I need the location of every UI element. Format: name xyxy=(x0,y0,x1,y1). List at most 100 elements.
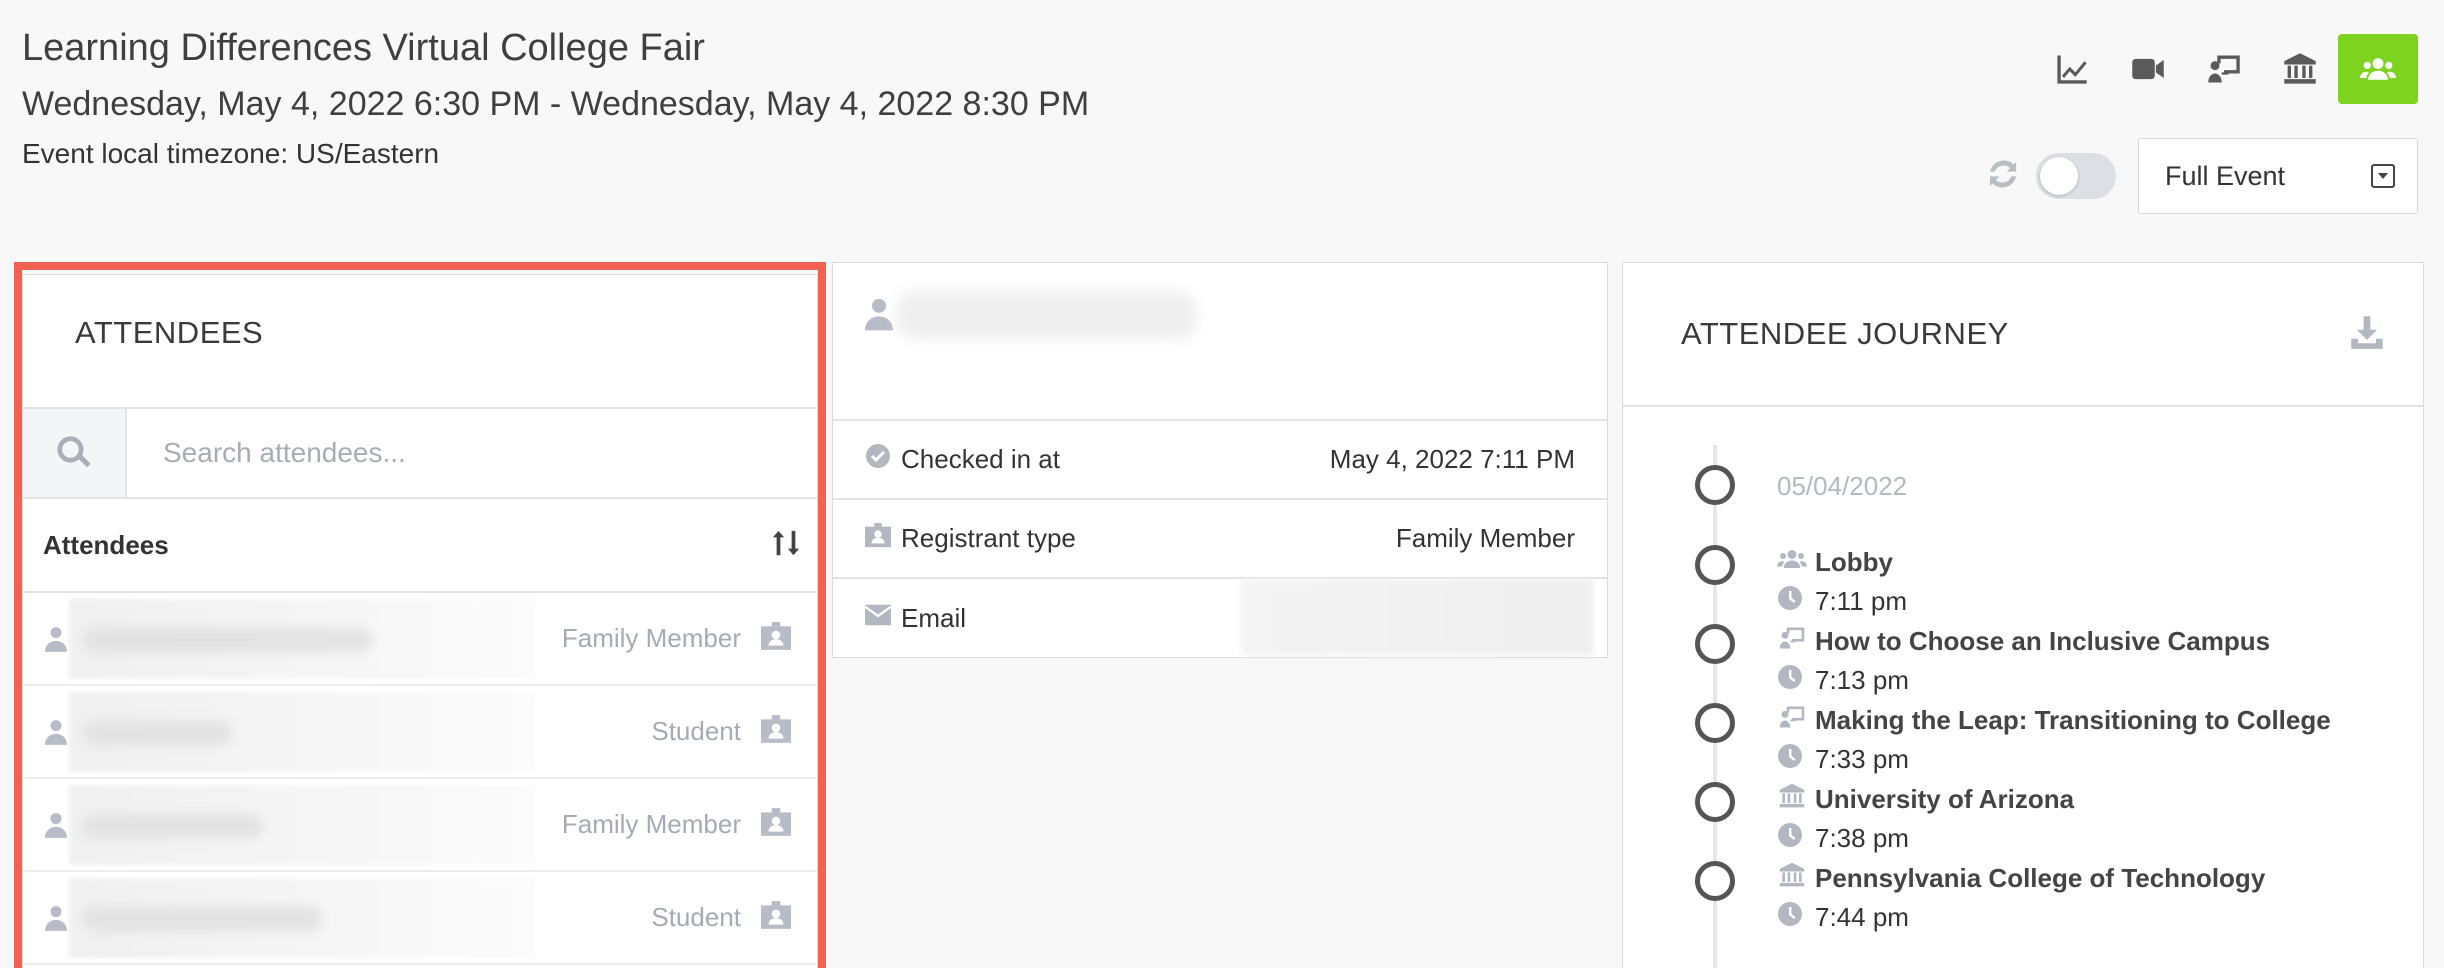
view-toolbar xyxy=(2034,34,2418,104)
attendee-registrant-type: Student xyxy=(651,902,741,932)
journey-time-value: 7:11 pm xyxy=(1815,586,1908,616)
presentation-icon xyxy=(2208,55,2240,83)
view-controls: Full Event xyxy=(1984,138,2418,214)
attendees-column-label: Attendees xyxy=(43,529,169,560)
redacted-attendee-name xyxy=(69,692,535,772)
attendees-list-header: Attendees xyxy=(23,499,817,593)
registrant-type-value: Family Member xyxy=(1395,523,1575,553)
journey-time-value: 7:38 pm xyxy=(1815,823,1909,853)
attendees-list: Family Member Student Family Member Student xyxy=(23,593,817,965)
journey-time-value: 7:33 pm xyxy=(1815,744,1909,774)
download-icon xyxy=(2351,315,2383,349)
clock-icon xyxy=(1777,822,1803,855)
id-badge-icon xyxy=(865,522,899,555)
registrant-type-row: Registrant type Family Member xyxy=(833,500,1607,579)
checked-in-label: Checked in at xyxy=(901,444,1060,474)
chevron-down-icon xyxy=(2371,164,2395,188)
journey-time: 7:33 pm xyxy=(1777,743,1909,776)
redacted-email xyxy=(1241,579,1593,655)
check-circle-icon xyxy=(865,443,899,476)
attendees-button[interactable] xyxy=(2338,34,2418,104)
journey-location-name: Lobby xyxy=(1815,547,1893,577)
id-badge-icon xyxy=(761,901,795,934)
search-input[interactable] xyxy=(127,409,817,497)
video-icon xyxy=(2132,58,2164,80)
event-header: Learning Differences Virtual College Fai… xyxy=(22,22,1089,174)
journey-time: 7:38 pm xyxy=(1777,822,1909,855)
chart-line-icon xyxy=(2057,55,2087,84)
attendee-registrant-type: Family Member xyxy=(561,809,741,839)
journey-heading: ATTENDEE JOURNEY xyxy=(1681,316,2009,351)
sessions-button[interactable] xyxy=(2186,34,2262,104)
attendee-registrant-type: Student xyxy=(651,716,741,746)
booths-button[interactable] xyxy=(2262,34,2338,104)
journey-location-name: University of Arizona xyxy=(1815,784,2075,814)
clock-icon xyxy=(1777,585,1803,618)
journey-time-value: 7:13 pm xyxy=(1815,665,1909,695)
timeline-dot xyxy=(1695,782,1735,822)
journey-panel-header: ATTENDEE JOURNEY xyxy=(1623,263,2423,407)
timeline-dot xyxy=(1695,703,1735,743)
attendee-row[interactable]: Family Member xyxy=(23,593,817,686)
event-timezone: Event local timezone: US/Eastern xyxy=(22,138,440,169)
checked-in-row: Checked in at May 4, 2022 7:11 PM xyxy=(833,421,1607,500)
user-icon xyxy=(865,297,893,336)
attendees-panel-header: ATTENDEES xyxy=(23,275,817,409)
envelope-icon xyxy=(864,602,899,635)
search-icon xyxy=(57,436,91,468)
view-scope-value: Full Event xyxy=(2165,160,2286,191)
timeline-dot xyxy=(1695,861,1735,901)
video-button[interactable] xyxy=(2110,34,2186,104)
email-row: Email xyxy=(833,579,1607,658)
analytics-button[interactable] xyxy=(2034,34,2110,104)
redacted-attendee-name xyxy=(69,878,535,958)
attendees-panel: ATTENDEES Attendees Family Member Student… xyxy=(22,274,818,968)
journey-location: Making the Leap: Transitioning to Colleg… xyxy=(1777,703,2331,738)
users-icon xyxy=(2360,58,2396,80)
clock-icon xyxy=(1777,664,1803,697)
download-button[interactable] xyxy=(2349,314,2385,355)
clock-icon xyxy=(1777,743,1803,776)
journey-location: University of Arizona xyxy=(1777,782,2074,817)
journey-location-name: How to Choose an Inclusive Campus xyxy=(1815,626,2271,656)
journey-time-value: 7:44 pm xyxy=(1815,902,1909,932)
email-label: Email xyxy=(901,603,967,633)
attendee-details-panel: Checked in at May 4, 2022 7:11 PM Regist… xyxy=(832,262,1608,658)
journey-date: 05/04/2022 xyxy=(1777,471,1908,501)
auto-refresh-toggle[interactable] xyxy=(2036,153,2116,199)
sort-button[interactable] xyxy=(771,528,801,563)
journey-time: 7:44 pm xyxy=(1777,901,1909,934)
checked-in-value: May 4, 2022 7:11 PM xyxy=(1329,444,1575,474)
refresh-button[interactable] xyxy=(1984,155,2022,198)
attendees-heading: ATTENDEES xyxy=(75,315,264,350)
journey-location-name: Making the Leap: Transitioning to Colleg… xyxy=(1815,705,2331,735)
id-badge-icon xyxy=(761,808,795,841)
redacted-attendee-name xyxy=(69,785,535,865)
journey-timeline: 05/04/2022 Lobby 7:11 pm How to Choose an … xyxy=(1623,409,2423,968)
sort-icon xyxy=(772,530,800,555)
journey-location: Pennsylvania College of Technology xyxy=(1777,861,2265,896)
event-title: Learning Differences Virtual College Fai… xyxy=(22,27,705,69)
timeline-dot xyxy=(1695,465,1735,505)
clock-icon xyxy=(1777,901,1803,934)
attendee-details-header xyxy=(833,263,1607,421)
journey-time: 7:11 pm xyxy=(1777,585,1907,618)
id-badge-icon xyxy=(761,715,795,748)
id-badge-icon xyxy=(761,622,795,655)
attendee-row[interactable]: Student xyxy=(23,686,817,779)
refresh-icon xyxy=(1989,160,2017,187)
attendee-row[interactable]: Family Member xyxy=(23,779,817,872)
event-dates: Wednesday, May 4, 2022 6:30 PM - Wednesd… xyxy=(22,85,1090,123)
redacted-attendee-name xyxy=(69,599,535,679)
journey-location: Lobby xyxy=(1777,545,1893,580)
attendee-row[interactable]: Student xyxy=(23,872,817,965)
presentation-icon xyxy=(1777,703,1807,738)
view-scope-select[interactable]: Full Event xyxy=(2138,138,2418,214)
presentation-icon xyxy=(1777,624,1807,659)
journey-time: 7:13 pm xyxy=(1777,664,1909,697)
registrant-type-label: Registrant type xyxy=(901,523,1076,553)
attendee-registrant-type: Family Member xyxy=(561,623,741,653)
search-button[interactable] xyxy=(23,409,127,497)
institution-icon xyxy=(1777,782,1807,817)
institution-icon xyxy=(1777,861,1807,896)
